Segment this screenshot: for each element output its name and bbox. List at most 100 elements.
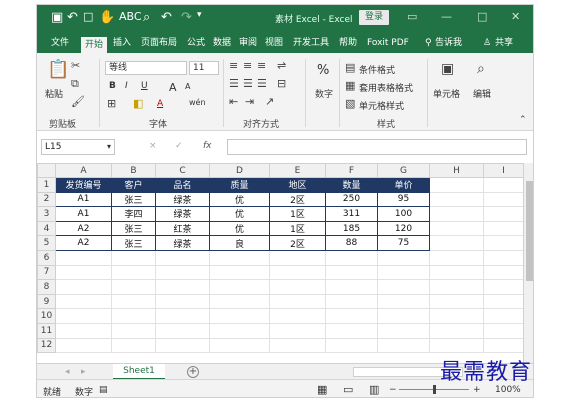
tab-home[interactable]: 开始 <box>81 37 108 53</box>
empty-cell[interactable] <box>111 264 156 281</box>
empty-cell[interactable] <box>483 191 524 208</box>
empty-cell[interactable] <box>377 264 430 281</box>
font-color-button[interactable]: A <box>157 99 163 109</box>
wrap-text-icon[interactable]: ⇌ <box>277 59 286 72</box>
table-header-cell[interactable]: 发货编号 <box>55 177 112 193</box>
empty-cell[interactable] <box>377 293 430 310</box>
normal-view-icon[interactable]: ▦ <box>317 383 327 396</box>
table-cell[interactable]: 红茶 <box>155 220 210 237</box>
add-sheet-button[interactable]: + <box>187 366 199 378</box>
empty-cell[interactable] <box>209 337 270 354</box>
empty-cell[interactable] <box>111 337 156 354</box>
orientation-icon[interactable]: ↗ <box>265 95 274 108</box>
cell-table[interactable]: A B C D E F G H I 1 发货编号 客户 品名 质量 地区 数量 单价 2 A1 张三… <box>37 163 524 354</box>
empty-cell[interactable] <box>483 220 524 237</box>
spell-icon[interactable]: ABC <box>119 10 142 23</box>
cell-styles-button[interactable]: 单元格样式 <box>359 99 404 112</box>
column-header[interactable]: H <box>429 163 484 178</box>
row-header[interactable]: 7 <box>37 264 56 281</box>
zoom-level[interactable]: 100% <box>495 385 521 395</box>
zoom-slider-thumb[interactable] <box>433 385 436 394</box>
cells-icon[interactable]: ▣ <box>441 61 454 77</box>
table-cell[interactable]: 张三 <box>111 235 156 251</box>
empty-cell[interactable] <box>55 249 112 266</box>
empty-cell[interactable] <box>325 308 378 324</box>
editing-icon[interactable]: ⌕ <box>477 61 485 77</box>
empty-cell[interactable] <box>55 264 112 281</box>
column-header[interactable]: E <box>269 163 326 178</box>
empty-cell[interactable] <box>269 293 326 310</box>
paste-button[interactable]: 粘贴 <box>45 87 63 100</box>
row-header[interactable]: 6 <box>37 249 56 266</box>
zoom-out-icon[interactable]: − <box>389 385 397 395</box>
tab-review[interactable]: 审阅 <box>239 35 257 51</box>
empty-cell[interactable] <box>325 337 378 354</box>
zoom-in-icon[interactable]: + <box>473 385 481 395</box>
empty-cell[interactable] <box>483 249 524 266</box>
table-cell[interactable]: 250 <box>325 191 378 208</box>
table-cell[interactable]: 100 <box>377 206 430 222</box>
undo-icon[interactable]: ↶ <box>161 10 172 25</box>
empty-cell[interactable] <box>111 293 156 310</box>
empty-cell[interactable] <box>155 308 210 324</box>
table-header-cell[interactable]: 数量 <box>325 177 378 193</box>
empty-cell[interactable] <box>483 177 524 193</box>
row-header[interactable]: 4 <box>37 220 56 237</box>
table-cell[interactable]: 75 <box>377 235 430 251</box>
empty-cell[interactable] <box>483 235 524 251</box>
sheet-tab[interactable]: Sheet1 <box>113 364 165 380</box>
preview-icon[interactable]: ⌕ <box>143 10 150 25</box>
empty-cell[interactable] <box>209 293 270 310</box>
tell-me[interactable]: 告诉我 <box>435 35 462 51</box>
phonetic-button[interactable]: wén <box>189 98 206 107</box>
cells-button[interactable]: 单元格 <box>433 87 460 100</box>
table-cell[interactable]: 88 <box>325 235 378 251</box>
align-right-icon[interactable]: ☰ <box>257 77 267 90</box>
save-icon[interactable]: ▣ <box>51 10 63 25</box>
empty-cell[interactable] <box>209 322 270 339</box>
prev-sheet-icon[interactable]: ◂ <box>65 367 70 377</box>
empty-cell[interactable] <box>269 322 326 339</box>
share-button[interactable]: 共享 <box>495 35 513 51</box>
empty-cell[interactable] <box>55 293 112 310</box>
align-middle-icon[interactable]: ≡ <box>243 59 252 72</box>
row-header[interactable]: 9 <box>37 293 56 310</box>
format-painter-icon[interactable]: 🖌 <box>71 95 85 108</box>
worksheet-grid[interactable]: A B C D E F G H I 1 发货编号 客户 品名 质量 地区 数量 单价 2 A1 张三… <box>37 163 533 363</box>
undo-icon[interactable]: ↶ <box>67 10 78 25</box>
collapse-ribbon-icon[interactable]: ⌃ <box>519 115 527 125</box>
column-header[interactable]: B <box>111 163 156 178</box>
empty-cell[interactable] <box>209 279 270 295</box>
tab-file[interactable]: 文件 <box>51 35 69 51</box>
border-icon[interactable]: ⊞ <box>107 97 116 110</box>
insert-function-button[interactable]: fx <box>203 141 212 151</box>
align-top-icon[interactable]: ≡ <box>229 59 238 72</box>
table-header-cell[interactable]: 质量 <box>209 177 270 193</box>
table-cell[interactable]: 优 <box>209 206 270 222</box>
grow-font-button[interactable]: A <box>169 81 177 94</box>
merge-icon[interactable]: ⊟ <box>277 77 286 90</box>
empty-cell[interactable] <box>325 279 378 295</box>
redo-icon[interactable]: ↷ <box>181 10 192 25</box>
column-header[interactable]: D <box>209 163 270 178</box>
tab-developer[interactable]: 开发工具 <box>293 35 329 51</box>
confirm-button[interactable]: ✓ <box>175 141 183 151</box>
column-header[interactable]: G <box>377 163 430 178</box>
empty-cell[interactable] <box>429 308 484 324</box>
empty-cell[interactable] <box>55 279 112 295</box>
empty-cell[interactable] <box>483 264 524 281</box>
name-box-dropdown-icon[interactable]: ▾ <box>107 142 111 151</box>
name-box[interactable]: L15 <box>41 139 115 155</box>
macro-record-icon[interactable]: ▤ <box>99 385 108 395</box>
maximize-icon[interactable]: □ <box>477 10 487 23</box>
column-header[interactable]: C <box>155 163 210 178</box>
ribbon-display-icon[interactable]: ▭ <box>407 10 417 23</box>
scroll-thumb[interactable] <box>526 181 533 281</box>
tab-insert[interactable]: 插入 <box>113 35 131 51</box>
underline-button[interactable]: U <box>141 81 148 91</box>
empty-cell[interactable] <box>269 264 326 281</box>
align-bottom-icon[interactable]: ≡ <box>257 59 266 72</box>
table-cell[interactable]: A2 <box>55 220 112 237</box>
table-cell[interactable]: 1区 <box>269 206 326 222</box>
new-icon[interactable]: □ <box>83 10 93 23</box>
